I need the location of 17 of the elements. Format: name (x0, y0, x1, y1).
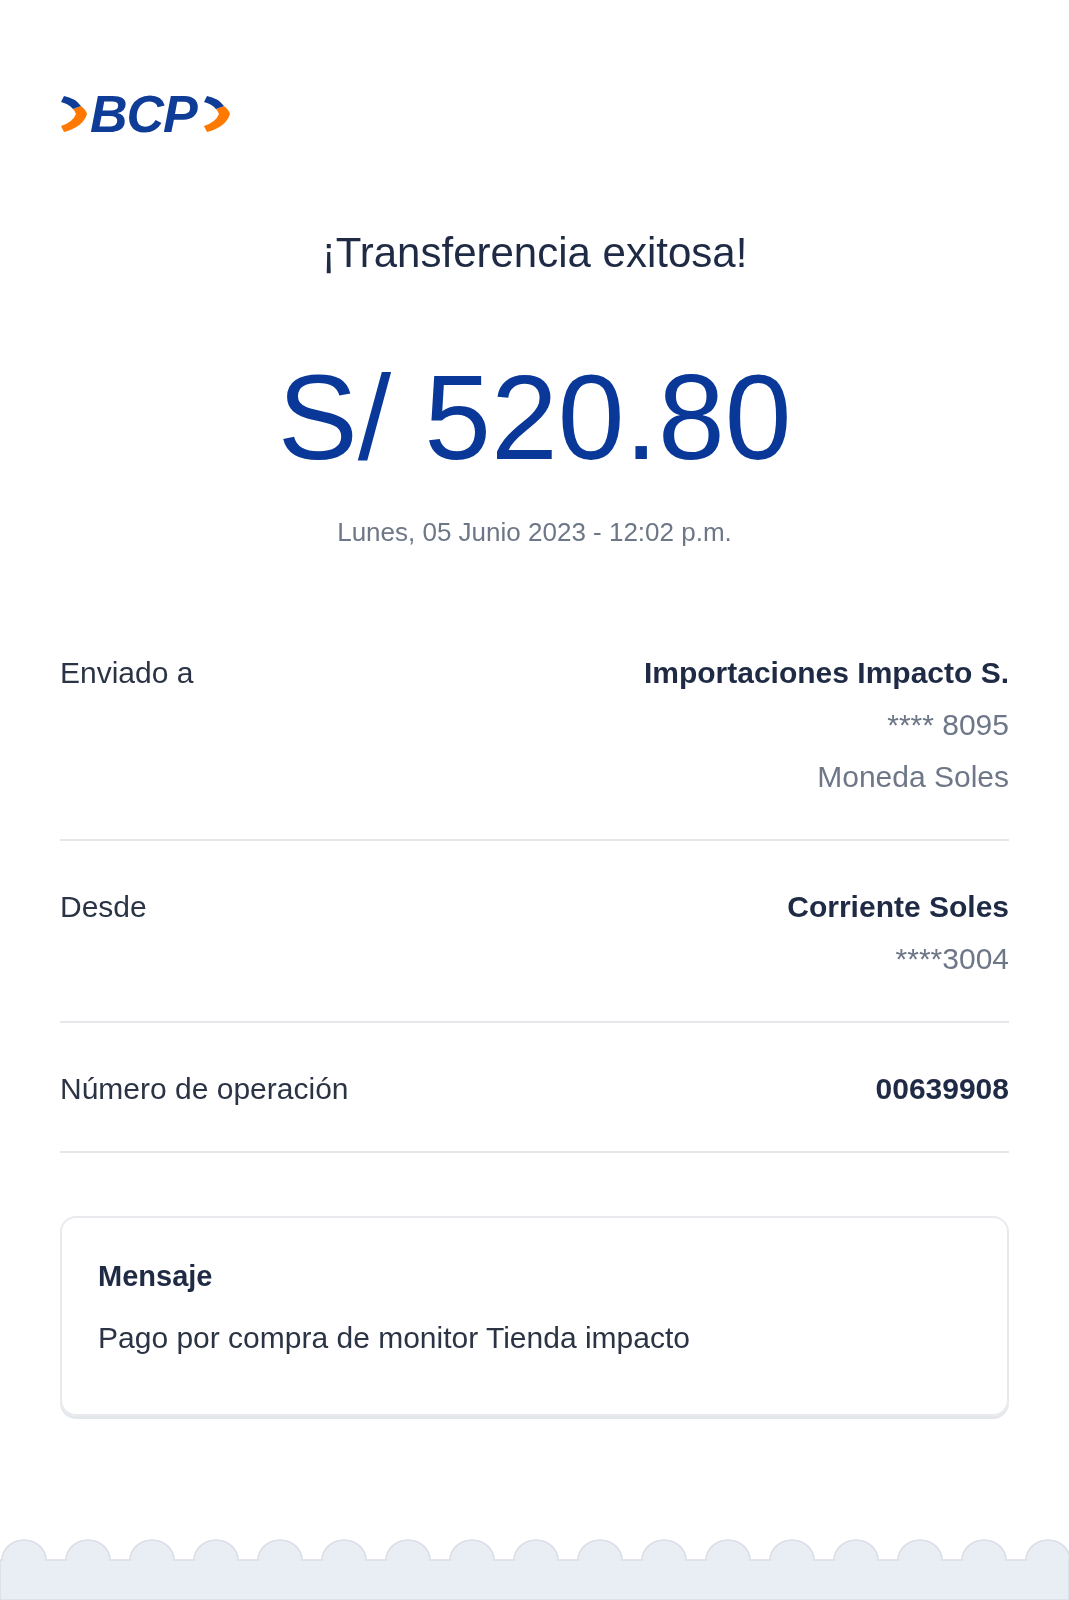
chevron-icon (202, 96, 231, 132)
logo-wordmark: BCP (90, 92, 199, 136)
detail-value: Importaciones Impacto S. (643, 655, 1009, 691)
message-text: Pago por compra de monitor Tienda impacto (98, 1320, 691, 1356)
chevron-icon (60, 96, 88, 132)
detail-label: Enviado a (60, 655, 194, 691)
detail-value: Corriente Soles (787, 889, 1009, 925)
detail-value: 00639908 (875, 1071, 1009, 1107)
success-title: ¡Transferencia exitosa! (321, 229, 748, 277)
message-title: Mensaje (98, 1259, 214, 1294)
detail-label: Número de operación (60, 1071, 349, 1107)
amount: S/ 520.80 (277, 352, 792, 482)
detail-subvalue: **** 8095 (887, 707, 1009, 743)
detail-label: Desde (60, 889, 147, 925)
transfer-datetime: Lunes, 05 Junio 2023 - 12:02 p.m. (337, 516, 732, 548)
detail-subvalue: Moneda Soles (817, 759, 1009, 795)
detail-subvalue: ****3004 (895, 941, 1009, 977)
